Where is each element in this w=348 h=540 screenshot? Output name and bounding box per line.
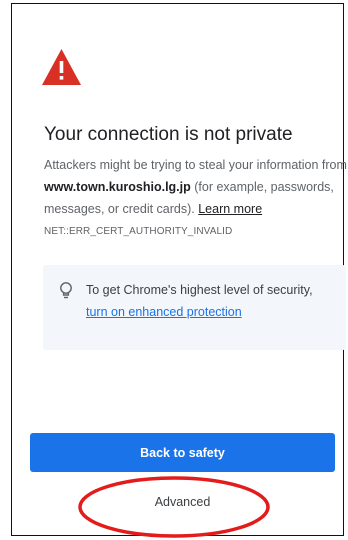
- lightbulb-icon: [60, 282, 72, 299]
- page-title: Your connection is not private: [44, 124, 293, 145]
- site-domain: www.town.kuroshio.lg.jp: [44, 180, 191, 194]
- enhanced-protection-card: To get Chrome's highest level of securit…: [43, 265, 346, 350]
- learn-more-link[interactable]: Learn more: [198, 202, 262, 216]
- security-card-text: To get Chrome's highest level of securit…: [86, 279, 336, 323]
- description-text: Attackers might be trying to steal your …: [44, 154, 348, 220]
- security-card-message: To get Chrome's highest level of securit…: [86, 283, 313, 297]
- enhanced-protection-link[interactable]: turn on enhanced protection: [86, 305, 242, 319]
- back-to-safety-button[interactable]: Back to safety: [30, 433, 335, 472]
- description-lead: Attackers might be trying to steal your …: [44, 158, 347, 172]
- warning-triangle-icon: [42, 49, 81, 85]
- advanced-button[interactable]: Advanced: [30, 495, 335, 509]
- error-code: NET::ERR_CERT_AUTHORITY_INVALID: [44, 226, 233, 237]
